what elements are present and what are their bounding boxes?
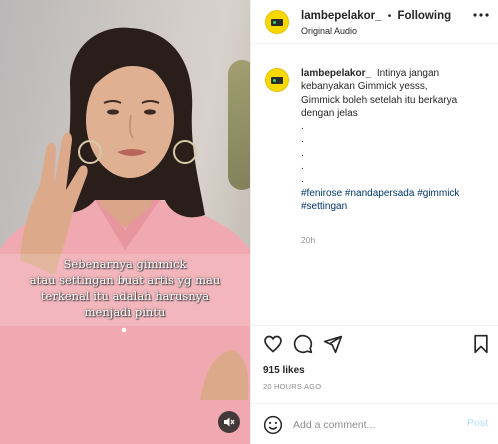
video-subtitle-line: Sebenarnya gimmick	[63, 257, 187, 271]
speaker-muted-icon	[224, 417, 235, 427]
caption-username[interactable]: lambepelakor_	[301, 68, 371, 79]
comment-input[interactable]	[293, 412, 453, 438]
bookmark-icon[interactable]	[471, 334, 491, 354]
like-count[interactable]: 915 likes	[263, 365, 305, 376]
mute-button[interactable]	[218, 411, 240, 433]
caption-text: lambepelakor_ Intinya jangan kebanyakan …	[301, 67, 491, 213]
caption-line: lambepelakor_ Intinya jangan	[301, 67, 491, 80]
comment-bubble-icon[interactable]	[293, 334, 313, 354]
add-comment-bar: Post	[251, 403, 498, 444]
post-timestamp[interactable]: 20 HOURS AGO	[263, 382, 321, 391]
post-header: lambepelakor_ • Following Original Audio	[251, 0, 498, 44]
more-horizontal-icon[interactable]	[472, 8, 490, 22]
post-video[interactable]: Sebenarnya gimmick atau settingan buat a…	[0, 0, 250, 444]
caption-line: .	[301, 134, 304, 146]
heart-icon[interactable]	[263, 334, 283, 354]
speaker-figure	[0, 27, 250, 444]
hashtag-links[interactable]: #fenirose #nandapersada #gimmick	[301, 187, 491, 200]
caption-line: .	[301, 147, 304, 159]
video-subtitle-line: terkenal itu adalah harusnya	[40, 289, 210, 303]
caption-line: .	[301, 161, 304, 173]
header-user-line: lambepelakor_ • Following	[301, 10, 451, 22]
caption-avatar[interactable]	[265, 68, 289, 92]
avatar[interactable]	[265, 10, 289, 34]
paper-plane-icon[interactable]	[323, 334, 343, 354]
caption-line-text: Intinya jangan	[376, 68, 440, 79]
caption-comment: lambepelakor_ Intinya jangan kebanyakan …	[251, 45, 498, 325]
header-username[interactable]: lambepelakor_	[301, 10, 382, 22]
avatar-graphic-dot	[273, 79, 276, 82]
caption-line: .	[301, 121, 304, 133]
caption-line: Gimmick boleh setelah itu berkarya	[301, 94, 458, 106]
following-button[interactable]: Following	[397, 10, 451, 22]
caption-line: kebanyakan Gimmick yesss,	[301, 81, 428, 93]
smiley-icon[interactable]	[263, 415, 283, 435]
caption-timestamp[interactable]: 20h	[301, 235, 315, 245]
caption-line: dengan jelas	[301, 107, 358, 119]
action-bar	[251, 325, 498, 365]
caption-line: .	[301, 174, 304, 186]
video-subtitle-line: atau settingan buat artis yg mau	[29, 273, 221, 287]
separator-dot: •	[387, 11, 392, 22]
hashtag-links[interactable]: #settingan	[301, 200, 491, 213]
avatar-graphic-dot	[273, 21, 276, 24]
audio-link[interactable]: Original Audio	[301, 26, 357, 36]
post-comment-button[interactable]: Post	[467, 417, 488, 429]
post-side-panel: lambepelakor_ • Following Original Audio…	[250, 0, 498, 444]
video-subtitle-line: menjadi pintu	[84, 305, 166, 319]
